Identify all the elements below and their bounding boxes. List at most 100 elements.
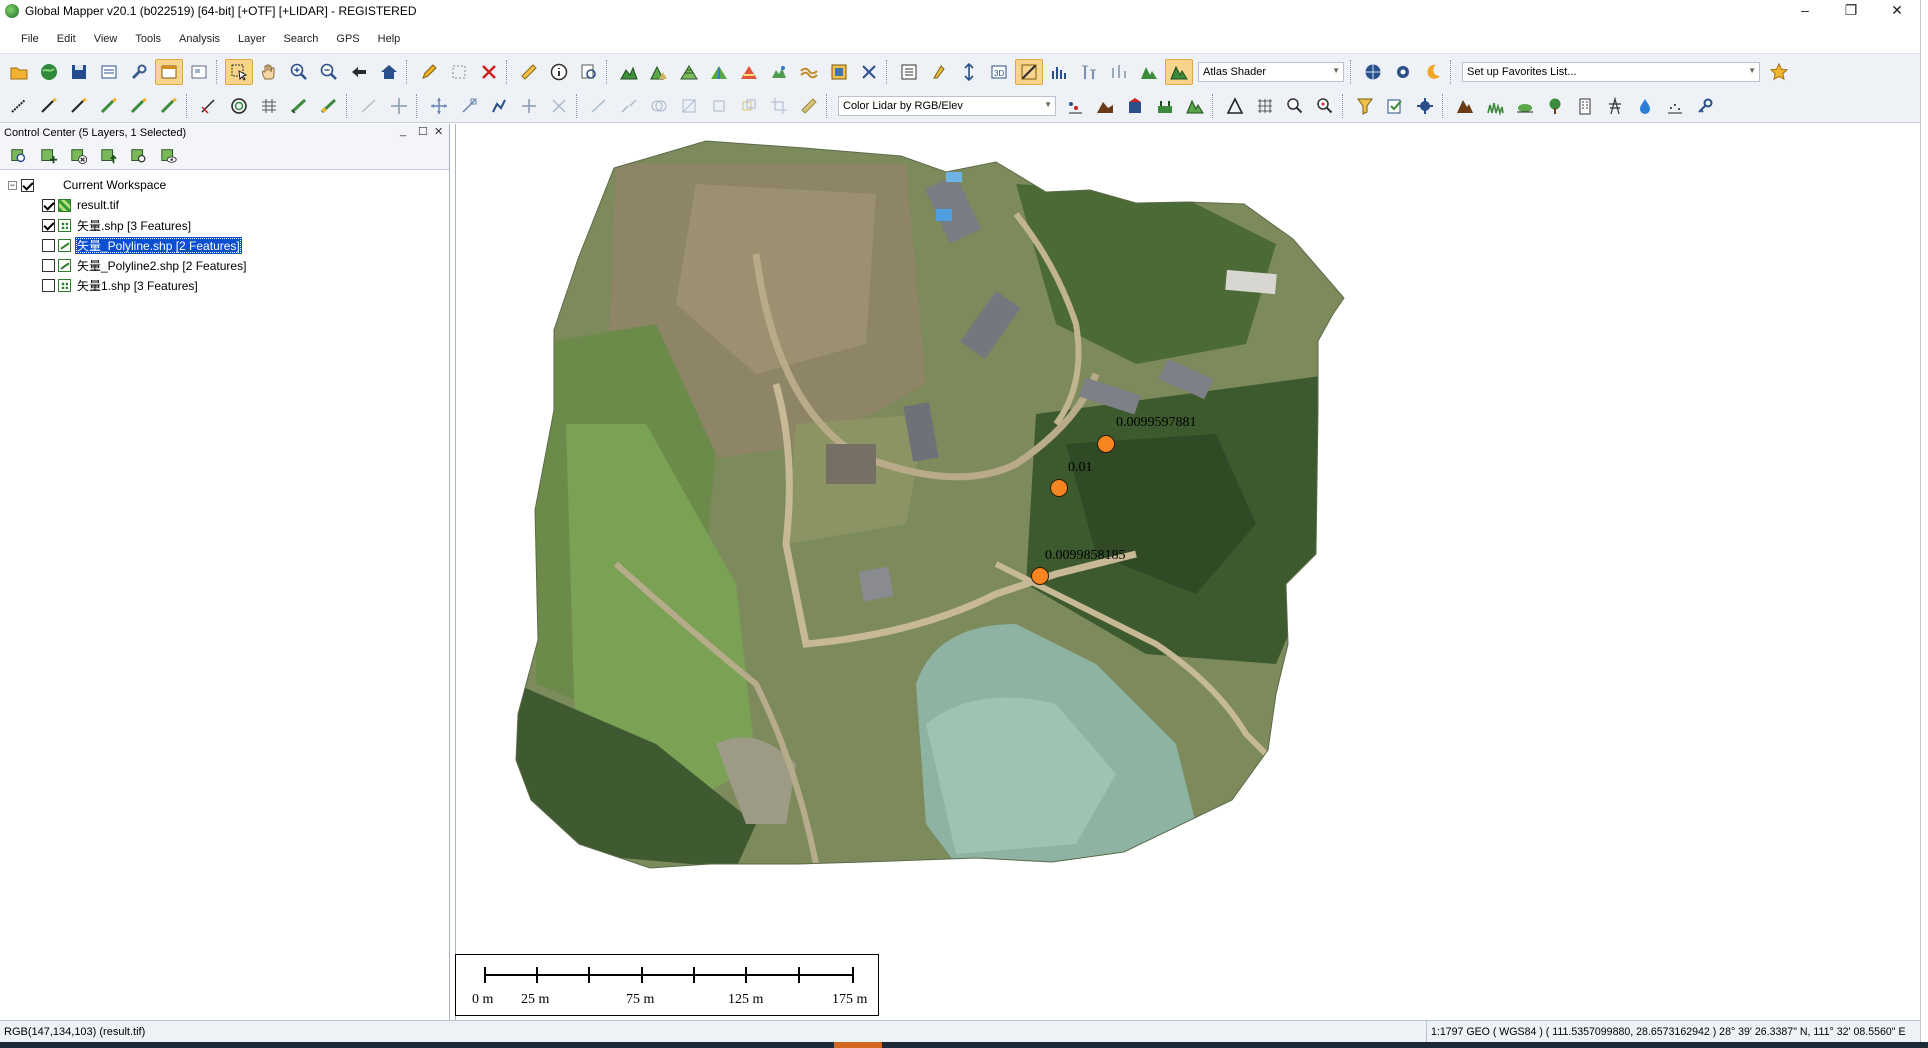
pan-hand-icon[interactable] [255, 59, 283, 85]
elevation-range-icon[interactable] [1075, 59, 1103, 85]
print-icon[interactable] [95, 59, 123, 85]
shader-toggle-icon[interactable] [1015, 59, 1043, 85]
edit-tools-icon[interactable] [855, 59, 883, 85]
zoom-in-icon[interactable] [285, 59, 313, 85]
lidar-grid-icon[interactable] [1251, 93, 1279, 119]
elevation-icon[interactable] [1045, 59, 1073, 85]
taskbar-app-indicator[interactable] [834, 1042, 882, 1048]
measure-ruler-icon[interactable] [515, 59, 543, 85]
shape-overlay-icon[interactable] [735, 93, 763, 119]
delete-vertex-icon[interactable] [545, 93, 573, 119]
layer-visibility-checkbox[interactable] [42, 198, 55, 212]
toolbar-grip[interactable] [1350, 60, 1354, 84]
tree-icon[interactable] [1541, 93, 1569, 119]
create-area-icon[interactable] [65, 93, 93, 119]
info-icon[interactable] [545, 59, 573, 85]
pencil-icon[interactable] [415, 59, 443, 85]
menu-edit[interactable]: Edit [48, 33, 85, 45]
feature-info-icon[interactable] [575, 59, 603, 85]
edit-vertex-icon[interactable] [355, 93, 383, 119]
panel-close-button[interactable]: ✕ [434, 125, 443, 138]
move-vertex-icon[interactable] [425, 93, 453, 119]
toolbar-grip[interactable] [406, 60, 410, 84]
menu-view[interactable]: View [85, 33, 127, 45]
watershed-icon[interactable] [705, 59, 733, 85]
minimize-button[interactable]: – [1782, 0, 1828, 22]
toolbar-grip[interactable] [826, 94, 830, 118]
layer-search-icon[interactable] [125, 143, 153, 169]
menu-help[interactable]: Help [369, 33, 410, 45]
lidar-query-icon[interactable] [1311, 93, 1339, 119]
menu-file[interactable]: File [12, 33, 48, 45]
day-night-icon[interactable] [1419, 59, 1447, 85]
menu-search[interactable]: Search [275, 33, 328, 45]
lidar-building-icon[interactable] [1121, 93, 1149, 119]
noise-icon[interactable] [1661, 93, 1689, 119]
lidar-classify-icon[interactable] [1061, 93, 1089, 119]
wrench-icon[interactable] [125, 59, 153, 85]
layer-row-selected[interactable]: 矢量_Polyline.shp [2 Features] [0, 235, 449, 255]
web-globe-icon[interactable] [1359, 59, 1387, 85]
select-rect-icon[interactable] [445, 59, 473, 85]
vertical-scrollbar[interactable] [1920, 0, 1928, 1048]
toolbar-grip[interactable] [416, 94, 420, 118]
water-drop-icon[interactable] [1631, 93, 1659, 119]
layer-visibility-icon[interactable] [155, 143, 183, 169]
lidar-vegetation-icon[interactable] [1151, 93, 1179, 119]
lidar-search-icon[interactable] [1281, 93, 1309, 119]
power-tower-icon[interactable] [1601, 93, 1629, 119]
mountain-icon[interactable] [1451, 93, 1479, 119]
back-arrow-icon[interactable] [345, 59, 373, 85]
atlas-shader-icon[interactable] [1165, 59, 1193, 85]
menu-analysis[interactable]: Analysis [170, 33, 229, 45]
cut-area-icon[interactable] [675, 93, 703, 119]
lidar-color-select[interactable]: Color Lidar by RGB/Elev ▼ [838, 96, 1056, 116]
create-point-icon[interactable] [125, 93, 153, 119]
digitizer-select-icon[interactable] [225, 59, 253, 85]
snap-icon[interactable] [315, 93, 343, 119]
hillshade-icon[interactable] [795, 59, 823, 85]
map-point-marker[interactable] [1050, 479, 1068, 497]
menu-gps[interactable]: GPS [327, 33, 368, 45]
workspace-checkbox[interactable] [21, 178, 34, 192]
collapse-toggle[interactable]: − [8, 180, 17, 190]
toolbar-grip[interactable] [1450, 60, 1454, 84]
lidar-ground-icon[interactable] [1091, 93, 1119, 119]
layer-up-icon[interactable] [95, 143, 123, 169]
shrub-icon[interactable] [1511, 93, 1539, 119]
layer-visibility-checkbox[interactable] [42, 238, 55, 252]
volume-icon[interactable] [765, 59, 793, 85]
delete-x-icon[interactable] [475, 59, 503, 85]
terrain-shader-icon[interactable] [1135, 59, 1163, 85]
combine-areas-icon[interactable] [645, 93, 673, 119]
add-vertex-icon[interactable] [515, 93, 543, 119]
layer-image-icon[interactable] [825, 59, 853, 85]
add-layer-icon[interactable] [35, 143, 63, 169]
control-center-icon[interactable] [155, 59, 183, 85]
layer-row[interactable]: 矢量1.shp [3 Features] [0, 275, 449, 295]
toolbar-grip[interactable] [886, 60, 890, 84]
reshape-icon[interactable] [485, 93, 513, 119]
create-arc-icon[interactable] [195, 93, 223, 119]
toolbar-grip[interactable] [216, 60, 220, 84]
grass-icon[interactable] [1481, 93, 1509, 119]
zoom-to-layer-icon[interactable] [5, 143, 33, 169]
layer-visibility-checkbox[interactable] [42, 218, 55, 232]
toolbar-grip[interactable] [1212, 94, 1216, 118]
open-folder-icon[interactable] [5, 59, 33, 85]
range-ring-icon[interactable] [225, 93, 253, 119]
join-lines-icon[interactable] [615, 93, 643, 119]
toolbar-grip[interactable] [606, 60, 610, 84]
triangle-icon[interactable] [1221, 93, 1249, 119]
layer-visibility-checkbox[interactable] [42, 258, 55, 272]
filter-icon[interactable] [1351, 93, 1379, 119]
restore-button[interactable]: ❐ [1828, 0, 1874, 22]
menu-tools[interactable]: Tools [126, 33, 170, 45]
menu-layer[interactable]: Layer [229, 33, 275, 45]
map-point-marker[interactable] [1097, 435, 1115, 453]
overview-map-icon[interactable] [185, 59, 213, 85]
3d-view-icon[interactable]: 3D [985, 59, 1013, 85]
lidar-settings-icon[interactable] [1411, 93, 1439, 119]
toolbar-grip[interactable] [1442, 94, 1446, 118]
display-options-icon[interactable] [895, 59, 923, 85]
